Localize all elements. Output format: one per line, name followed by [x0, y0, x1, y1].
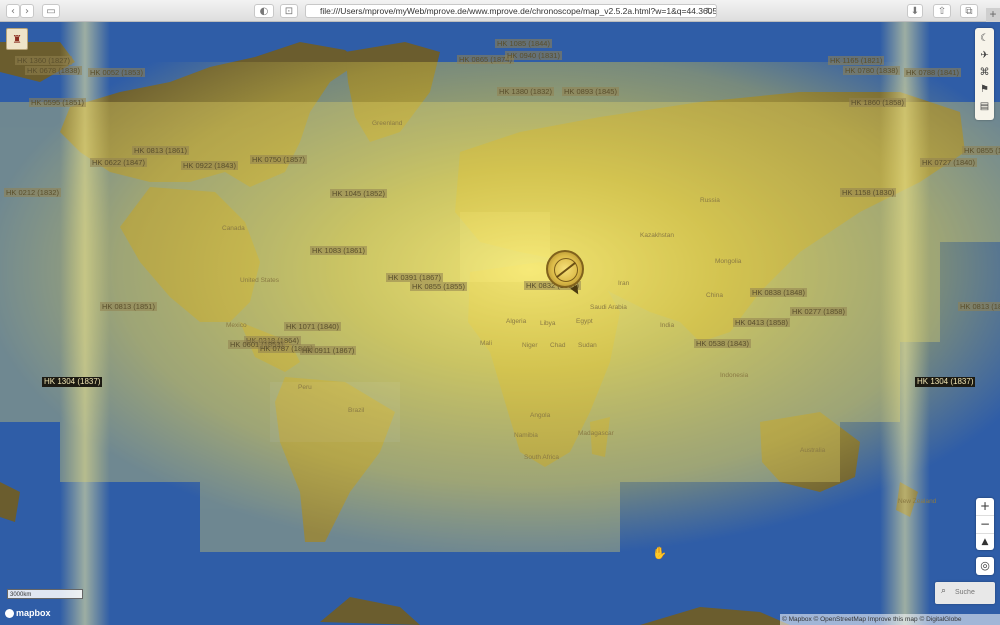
hk-label[interactable]: HK 0813 (1851)	[100, 302, 157, 311]
hk-label[interactable]: HK 1360 (1827)	[15, 56, 72, 65]
zoom-controls: + − ▲	[976, 498, 994, 550]
place-label: Greenland	[372, 120, 403, 127]
hk-label[interactable]: HK 0678 (1838)	[25, 66, 82, 75]
hk-label[interactable]: HK 1071 (1840)	[284, 322, 341, 331]
hk-label[interactable]: HK 1158 (1830)	[840, 188, 897, 197]
hk-label[interactable]: HK 0911 (1867)	[300, 346, 357, 355]
hk-label[interactable]: HK 0813 (1861)	[132, 146, 189, 155]
layer-controls: ☾ ✈ ⌘ ⚑ ▤	[975, 28, 994, 120]
place-label: Sudan	[578, 342, 597, 349]
place-label: Australia	[800, 447, 826, 454]
zoom-in-button[interactable]: +	[976, 498, 994, 516]
mapbox-logo-text: mapbox	[16, 608, 51, 618]
downloads-icon[interactable]: ⬇	[907, 4, 923, 18]
hk-label[interactable]: HK 0622 (1847)	[90, 158, 147, 167]
place-label: Peru	[298, 384, 312, 391]
url-text: file:///Users/mprove/myWeb/mprove.de/www…	[320, 6, 717, 16]
back-icon[interactable]: ‹	[6, 4, 20, 18]
mapbox-logo-icon	[5, 608, 14, 618]
hk-label[interactable]: HK 0813 (1851)	[958, 302, 1000, 311]
hk-label[interactable]: HK 0788 (1841)	[904, 68, 961, 77]
hk-label[interactable]: HK 0538 (1843)	[694, 339, 751, 348]
hk-label[interactable]: HK 0855 (1854)	[962, 146, 1000, 155]
place-label: Saudi Arabia	[590, 304, 627, 311]
place-label: Libya	[540, 320, 556, 327]
hk-label[interactable]: HK 0780 (1838)	[843, 66, 900, 75]
hk-label[interactable]: HK 0212 (1832)	[4, 188, 61, 197]
sidebar-icon[interactable]: ▭	[42, 4, 60, 18]
hk-label[interactable]: HK 0727 (1840)	[920, 158, 977, 167]
place-label: Russia	[700, 197, 720, 204]
search-box: ⌕	[935, 582, 995, 604]
hk-label[interactable]: HK 1045 (1852)	[330, 189, 387, 198]
moon-icon[interactable]: ☾	[975, 30, 994, 46]
place-label: Madagascar	[578, 430, 614, 437]
address-bar[interactable]: file:///Users/mprove/myWeb/mprove.de/www…	[305, 4, 717, 18]
scale-bar: 3000km	[7, 589, 83, 599]
hk-label[interactable]: HK 0838 (1848)	[750, 288, 807, 297]
mapbox-logo[interactable]: mapbox	[5, 608, 51, 618]
privacy-report-icon[interactable]: ◐	[254, 4, 274, 18]
hk-label-highlighted[interactable]: HK 1304 (1837)	[42, 377, 103, 387]
place-label: Iran	[618, 280, 630, 287]
browser-toolbar: ‹ › ▭ ◐ ⊡ file:///Users/mprove/myWeb/mpr…	[0, 0, 1000, 22]
place-label: Mali	[480, 340, 492, 347]
place-label: Angola	[530, 412, 551, 419]
place-label: Niger	[522, 342, 538, 349]
hk-label[interactable]: HK 0052 (1853)	[88, 68, 145, 77]
new-tab-icon[interactable]: +	[986, 8, 1000, 22]
search-input[interactable]	[955, 586, 991, 599]
place-label: China	[706, 292, 723, 299]
hk-label[interactable]: HK 0391 (1867)	[386, 273, 443, 282]
place-label: Chad	[550, 342, 566, 349]
geolocate-icon[interactable]: ◎	[976, 557, 994, 575]
place-label: Mexico	[226, 322, 247, 329]
zoom-out-button[interactable]: −	[976, 516, 994, 534]
place-label: South Africa	[524, 454, 560, 461]
satellite-icon[interactable]: ✈	[975, 47, 994, 63]
forward-icon[interactable]: ›	[20, 4, 34, 18]
tabs-overview-icon[interactable]: ⧉	[960, 4, 978, 18]
place-label: Canada	[222, 225, 245, 232]
hk-label[interactable]: HK 0922 (1843)	[181, 161, 238, 170]
map-attribution[interactable]: © Mapbox © OpenStreetMap Improve this ma…	[780, 614, 1000, 625]
chronoscope-logo-icon[interactable]: ♜	[6, 28, 28, 50]
hk-label[interactable]: HK 0413 (1858)	[733, 318, 790, 327]
hk-label[interactable]: HK 0855 (1855)	[410, 282, 467, 291]
hk-label[interactable]: HK 1083 (1861)	[310, 246, 367, 255]
compass-marker-icon[interactable]	[546, 250, 584, 288]
flag-icon[interactable]: ⚑	[975, 81, 994, 97]
place-label: Indonesia	[720, 372, 749, 379]
hk-label[interactable]: HK 1380 (1832)	[497, 87, 554, 96]
hk-label-highlighted[interactable]: HK 1304 (1837)	[915, 377, 976, 387]
hk-label[interactable]: HK 0893 (1845)	[562, 87, 619, 96]
hk-label[interactable]: HK 0940 (1831)	[505, 51, 562, 60]
lock-icon[interactable]: ⊡	[280, 4, 298, 18]
place-label: Brazil	[348, 407, 365, 414]
place-label: Mongolia	[715, 258, 742, 265]
command-icon[interactable]: ⌘	[975, 64, 994, 80]
place-label: Namibia	[514, 432, 538, 439]
hk-label[interactable]: HK 1860 (1858)	[849, 98, 906, 107]
hk-label[interactable]: HK 0277 (1858)	[790, 307, 847, 316]
place-label: New Zealand	[898, 498, 937, 505]
hand-cursor-icon: ✋	[652, 546, 667, 560]
map-canvas[interactable]: Greenland Canada United States Mexico Br…	[0, 22, 1000, 625]
hk-label[interactable]: HK 0750 (1857)	[250, 155, 307, 164]
place-label: Kazakhstan	[640, 232, 674, 239]
search-icon: ⌕	[941, 586, 947, 596]
place-label: India	[660, 322, 675, 329]
compass-reset-icon[interactable]: ▲	[976, 534, 994, 551]
world-map	[0, 22, 1000, 625]
place-label: Egypt	[576, 318, 593, 325]
share-icon[interactable]: ⇧	[933, 4, 951, 18]
parchment-icon[interactable]: ▤	[975, 98, 994, 114]
hk-label[interactable]: HK 1085 (1844)	[495, 39, 552, 48]
hk-label[interactable]: HK 1165 (1821)	[828, 56, 885, 65]
hk-label[interactable]: HK 0595 (1851)	[29, 98, 86, 107]
reload-icon[interactable]: ↻	[705, 5, 713, 17]
place-label: Algeria	[506, 318, 527, 325]
place-label: United States	[240, 277, 280, 284]
